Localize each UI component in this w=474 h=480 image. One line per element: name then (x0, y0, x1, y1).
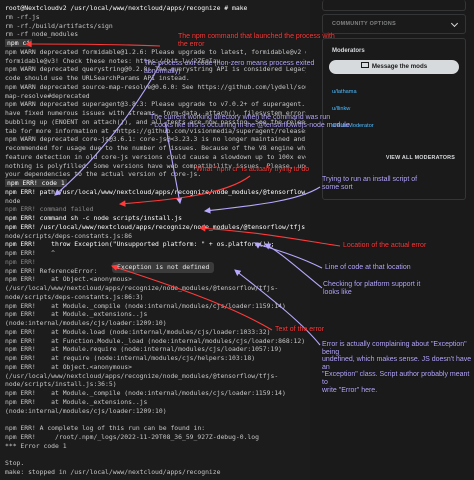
community-options-panel[interactable]: COMMUNITY OPTIONS (322, 14, 466, 34)
view-all-moderators-link[interactable]: VIEW ALL MODERATORS (323, 151, 465, 165)
terminal-line: node/scripts/deps-constants.js:86:3) (5, 292, 144, 301)
terminal-line: npm ERR! command failed (5, 205, 94, 214)
terminal-line: node (5, 196, 21, 205)
terminal-line: npm ERR! at Object.<anonymous> (5, 362, 132, 371)
terminal-line: npm ERR! /root/.npm/_logs/2022-11-29T08_… (5, 432, 259, 441)
terminal-line: code should use the URLSearchParams API … (5, 74, 190, 82)
message-mods-button[interactable]: Message the mods (329, 60, 459, 74)
terminal-line: npm WARN deprecated superagent@3.8.3: Pl… (5, 100, 306, 109)
terminal-line: root@Nextcloudv2 /usr/local/www/nextclou… (5, 4, 248, 12)
terminal-line: make: stopped in /usr/local/www/nextclou… (5, 467, 221, 476)
terminal-line: rm -rf./build/artifacts/sign (5, 21, 113, 30)
terminal-line: npm ci (5, 39, 33, 47)
terminal-line: formidable@v3! Check these notes: https:… (5, 56, 221, 65)
moderator-link[interactable]: u/llinkw (323, 101, 465, 118)
terminal-line: (/usr/local/www/nextcloud/apps/recognize… (5, 371, 279, 380)
terminal-line: npm ERR! A complete log of this run can … (5, 424, 206, 432)
terminal-line: (node:internal/modules/cjs/loader:1209:1… (5, 406, 167, 415)
moderator-link[interactable]: u/lathama (323, 84, 465, 101)
terminal-line: have fixed numerous issues with streams,… (5, 109, 306, 117)
terminal-line: your dependencies to the actual version … (5, 170, 202, 179)
terminal-line: map-resolve#deprecated (5, 91, 90, 100)
terminal-line: npm ERR! at Module.require (node:interna… (5, 345, 283, 354)
terminal-line: npm ERR! /usr/local/www/nextcloud/apps/r… (5, 222, 306, 231)
terminal-line: (node:internal/modules/cjs/loader:1209:1… (5, 319, 167, 327)
terminal-line: npm ERR! at Function.Module._load (node:… (5, 336, 306, 345)
terminal-line: npm ERR! ^ (5, 249, 56, 257)
mail-icon (360, 62, 369, 68)
terminal-line: npm WARN deprecated source-map-resolve@0… (5, 82, 306, 91)
terminal-line: feature detection in old core-js version… (5, 152, 306, 161)
subreddit-sidebar: COMMUNITY OPTIONS Moderators Message the… (322, 0, 474, 480)
terminal-line: bubbling up (ENOENT on attach()), and al… (5, 117, 306, 126)
terminal-line: npm ERR! throw Exception("Unsupported pl… (5, 240, 275, 249)
terminal-line: tab for more information at <https://git… (5, 126, 306, 135)
terminal-output: root@Nextcloudv2 /usr/local/www/nextclou… (0, 0, 310, 480)
message-mods-label: Message the mods (371, 63, 428, 70)
terminal-line: recommended for usage due to the number … (5, 144, 306, 152)
terminal-line: npm ERR! at Module.load (node:internal/m… (5, 327, 271, 336)
terminal-line: npm ERR! at Module._compile (node:intern… (5, 301, 286, 310)
terminal-line: node/scripts/deps-constants.js:86 (5, 231, 132, 240)
terminal-line: rm -rf.js (5, 12, 40, 21)
terminal-line: npm ERR! code 1 (5, 179, 67, 187)
terminal-line: npm ERR! at Module._extensions..js (5, 397, 148, 406)
terminal-line: npm ERR! path /usr/local/www/nextcloud/a… (5, 187, 306, 196)
moderators-title: Moderators (332, 48, 365, 54)
community-options-label: COMMUNITY OPTIONS (332, 21, 396, 27)
terminal-line: node/scripts/install.js:36:5) (5, 380, 117, 389)
terminal-line: nothing is polyfilled. Some versions hav… (5, 161, 306, 170)
terminal-line: (/usr/local/www/nextcloud/apps/recognize… (5, 284, 279, 292)
terminal-line: *** Error code 1 (5, 441, 67, 450)
terminal-line: npm WARN deprecated core-js@3.6.1: core-… (5, 135, 306, 144)
terminal-line: npm WARN deprecated formidable@1.2.6: Pl… (5, 47, 306, 56)
terminal-line: npm ERR! at Module._compile (node:intern… (5, 389, 286, 397)
terminal-line: npm ERR! at Module._extensions..js (5, 310, 148, 319)
moderator-link[interactable]: u/AutoModerator (323, 118, 465, 135)
error-tooltip: Exception is not defined (112, 262, 215, 273)
terminal-line: npm ERR! at require (node:internal/modul… (5, 354, 256, 362)
terminal-line: rm -rf node_modules (5, 30, 79, 39)
moderators-panel: Moderators Message the mods u/lathama u/… (322, 38, 466, 200)
sidebar-panel-top (322, 0, 466, 11)
terminal-line: Stop. (5, 459, 25, 467)
terminal-line: npm WARN deprecated querystring@0.2.0: T… (5, 65, 306, 74)
terminal-line: npm ERR! at Object.<anonymous> (5, 275, 132, 284)
terminal-line: npm ERR! command sh -c node scripts/inst… (5, 214, 182, 222)
